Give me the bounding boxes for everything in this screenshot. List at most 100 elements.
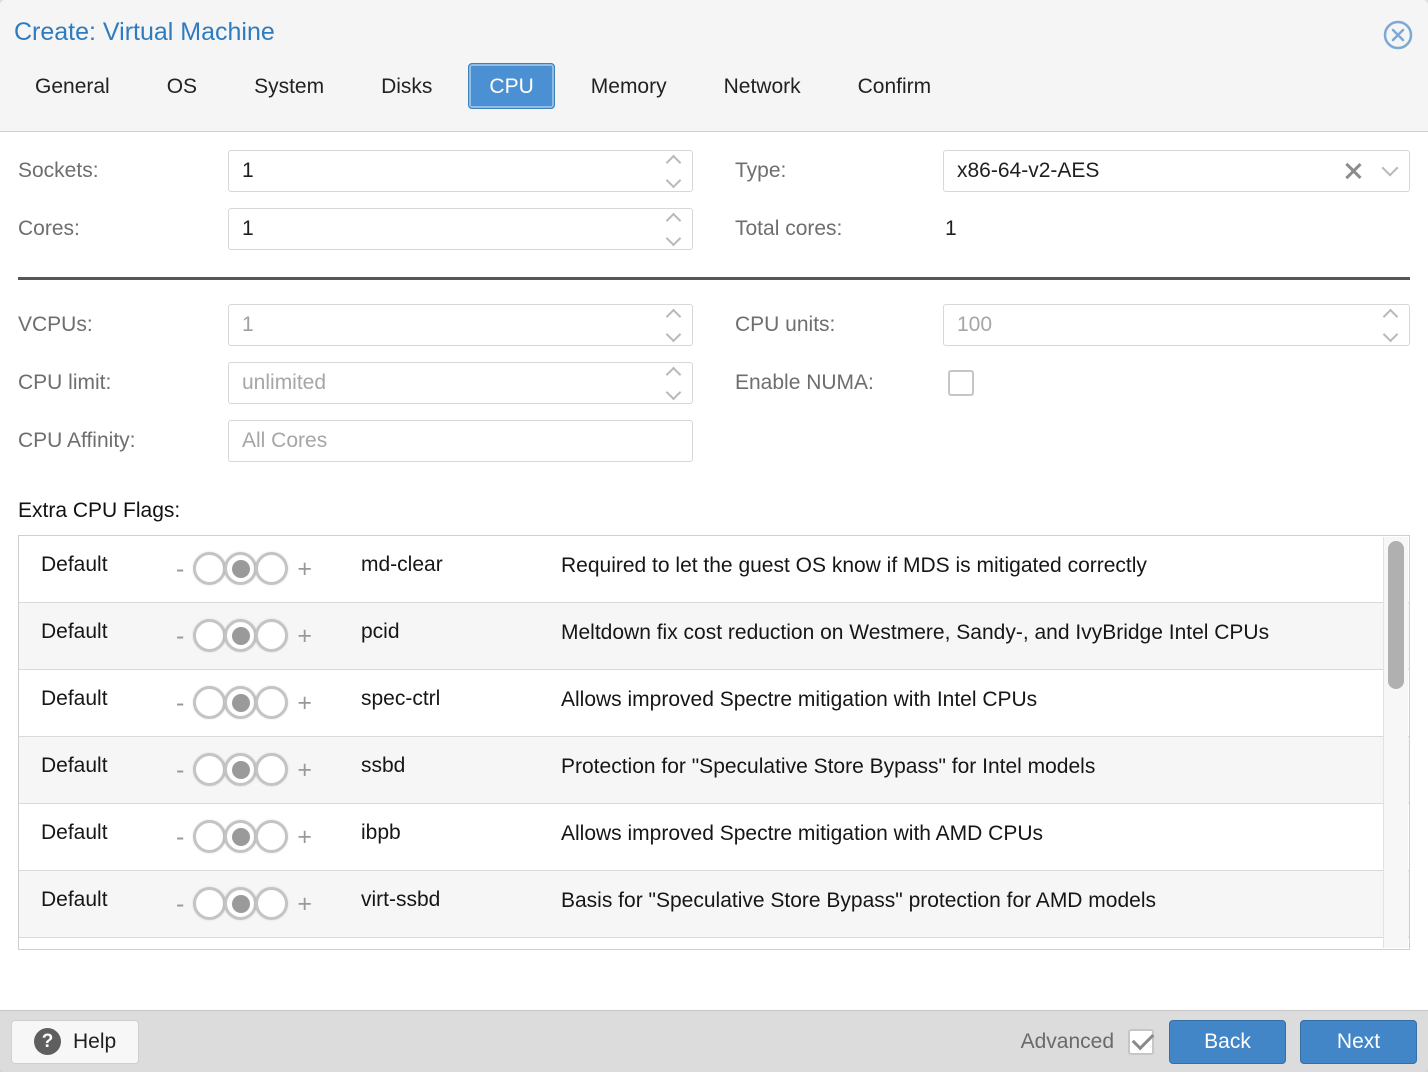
cpu-affinity-input[interactable] <box>229 421 692 461</box>
tab-os[interactable]: OS <box>146 63 218 109</box>
cores-input[interactable] <box>229 209 692 249</box>
cpu-affinity-label: CPU Affinity: <box>18 429 228 453</box>
vcpus-input[interactable] <box>229 305 692 345</box>
spinner-down-icon[interactable] <box>666 384 682 400</box>
advanced-checkbox[interactable] <box>1128 1029 1154 1055</box>
total-cores-value: 1 <box>943 217 957 241</box>
slider-minus-label: - <box>176 620 184 652</box>
create-vm-dialog: Create: Virtual Machine General OS Syste… <box>0 0 1428 1072</box>
wizard-tabbar: General OS System Disks CPU Memory Netwo… <box>0 47 1428 109</box>
flags-scrollbar-thumb[interactable] <box>1388 541 1404 689</box>
cpu-limit-spinner <box>668 363 679 403</box>
slider-default-option[interactable] <box>224 820 257 853</box>
cpu-flags-table: Default - + md-clear Required to let the… <box>18 535 1410 950</box>
spinner-up-icon[interactable] <box>666 308 682 324</box>
type-combo[interactable] <box>943 150 1410 192</box>
enable-numa-checkbox[interactable] <box>948 370 974 396</box>
spinner-down-icon[interactable] <box>666 326 682 342</box>
next-button[interactable]: Next <box>1300 1020 1417 1064</box>
flag-tristate-slider[interactable]: - + <box>176 619 361 652</box>
total-cores-label: Total cores: <box>735 217 943 241</box>
slider-default-option[interactable] <box>224 686 257 719</box>
cpu-units-spinner <box>1385 305 1396 345</box>
sockets-spinner <box>668 151 679 191</box>
flag-state: Default <box>41 751 176 781</box>
cpu-units-field <box>943 304 1410 346</box>
spinner-down-icon[interactable] <box>1383 326 1399 342</box>
type-input[interactable] <box>944 151 1409 191</box>
cpu-flag-row-spec-ctrl: Default - + spec-ctrl Allows improved Sp… <box>19 670 1409 737</box>
tab-cpu[interactable]: CPU <box>468 63 554 109</box>
flag-tristate-slider[interactable]: - + <box>176 552 361 585</box>
advanced-label: Advanced <box>1021 1030 1114 1054</box>
slider-thumb <box>232 895 250 913</box>
flag-name: pcid <box>361 617 561 647</box>
flag-tristate-slider[interactable]: - + <box>176 686 361 719</box>
slider-default-option[interactable] <box>224 552 257 585</box>
slider-thumb <box>232 828 250 846</box>
flag-tristate-slider[interactable]: - + <box>176 887 361 920</box>
spinner-up-icon[interactable] <box>666 154 682 170</box>
flag-state: Default <box>41 818 176 848</box>
cores-field <box>228 208 693 250</box>
slider-thumb <box>232 627 250 645</box>
cpu-flag-row-ssbd: Default - + ssbd Protection for "Specula… <box>19 737 1409 804</box>
flag-state: Default <box>41 684 176 714</box>
chevron-down-icon[interactable] <box>1382 160 1399 177</box>
slider-on-option[interactable] <box>255 820 288 853</box>
tab-disks[interactable]: Disks <box>360 63 453 109</box>
slider-default-option[interactable] <box>224 619 257 652</box>
slider-on-option[interactable] <box>255 753 288 786</box>
cpu-units-input[interactable] <box>944 305 1409 345</box>
spinner-up-icon[interactable] <box>1383 308 1399 324</box>
slider-off-option[interactable] <box>193 686 226 719</box>
cpu-flag-row-ibpb: Default - + ibpb Allows improved Spectre… <box>19 804 1409 871</box>
advanced-separator <box>18 277 1410 280</box>
cpu-flag-row-virt-ssbd: Default - + virt-ssbd Basis for "Specula… <box>19 871 1409 938</box>
slider-off-option[interactable] <box>193 552 226 585</box>
tab-system[interactable]: System <box>233 63 345 109</box>
slider-on-option[interactable] <box>255 552 288 585</box>
cpu-flag-row-pcid: Default - + pcid Meltdown fix cost reduc… <box>19 603 1409 670</box>
tab-memory[interactable]: Memory <box>570 63 688 109</box>
tab-general[interactable]: General <box>14 63 131 109</box>
help-button[interactable]: ? Help <box>11 1020 139 1064</box>
enable-numa-label: Enable NUMA: <box>735 371 943 395</box>
slider-plus-label: + <box>297 553 312 585</box>
cpu-limit-input[interactable] <box>229 363 692 403</box>
spinner-down-icon[interactable] <box>666 230 682 246</box>
slider-plus-label: + <box>297 821 312 853</box>
spinner-up-icon[interactable] <box>666 366 682 382</box>
close-icon[interactable] <box>1383 20 1413 50</box>
slider-on-option[interactable] <box>255 686 288 719</box>
flag-state: Default <box>41 617 176 647</box>
flags-scrollbar-track[interactable] <box>1383 537 1408 948</box>
flag-name: spec-ctrl <box>361 684 561 714</box>
slider-on-option[interactable] <box>255 887 288 920</box>
slider-on-option[interactable] <box>255 619 288 652</box>
slider-off-option[interactable] <box>193 753 226 786</box>
sockets-input[interactable] <box>229 151 692 191</box>
slider-off-option[interactable] <box>193 887 226 920</box>
flag-description: Required to let the guest OS know if MDS… <box>561 550 1321 581</box>
clear-icon[interactable] <box>1344 162 1362 180</box>
flag-name: ibpb <box>361 818 561 848</box>
slider-off-option[interactable] <box>193 820 226 853</box>
vcpus-field <box>228 304 693 346</box>
flag-name: virt-ssbd <box>361 885 561 915</box>
window-title: Create: Virtual Machine <box>0 0 1428 47</box>
cores-label: Cores: <box>18 217 228 241</box>
tab-confirm[interactable]: Confirm <box>837 63 953 109</box>
tab-network[interactable]: Network <box>703 63 822 109</box>
spinner-up-icon[interactable] <box>666 212 682 228</box>
vcpus-label: VCPUs: <box>18 313 228 337</box>
slider-default-option[interactable] <box>224 887 257 920</box>
flag-tristate-slider[interactable]: - + <box>176 753 361 786</box>
slider-minus-label: - <box>176 821 184 853</box>
flag-tristate-slider[interactable]: - + <box>176 820 361 853</box>
cores-spinner <box>668 209 679 249</box>
slider-default-option[interactable] <box>224 753 257 786</box>
back-button[interactable]: Back <box>1169 1020 1286 1064</box>
slider-off-option[interactable] <box>193 619 226 652</box>
spinner-down-icon[interactable] <box>666 172 682 188</box>
